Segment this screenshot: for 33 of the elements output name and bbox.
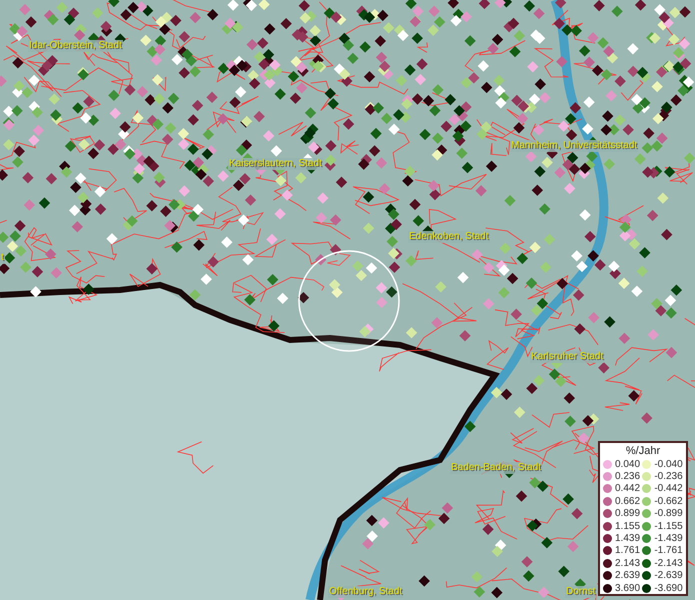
legend-label: -0.899 <box>654 508 683 520</box>
legend-label: 1.155 <box>615 520 640 532</box>
legend-label: -1.439 <box>654 533 683 544</box>
legend-label: -2.143 <box>654 558 683 569</box>
place-label: t <box>0 252 5 264</box>
legend-label: -1.155 <box>654 520 683 532</box>
place-label: Baden-Baden, Stadt <box>450 462 542 474</box>
legend-label: 0.442 <box>615 483 640 494</box>
legend-label: 3.690 <box>615 582 640 594</box>
place-label: Offenburg, Stadt <box>328 586 404 598</box>
legend-label: -2.639 <box>654 570 683 582</box>
legend-title: %/Jahr <box>624 445 662 458</box>
legend-label: 1.761 <box>615 545 640 556</box>
place-label: Idar-Oberstein, Stadt <box>28 40 123 52</box>
legend-label: 1.439 <box>615 533 640 544</box>
legend-label: -1.761 <box>654 545 683 556</box>
legend-label: -0.236 <box>654 471 683 482</box>
legend-label: -0.442 <box>654 483 683 494</box>
legend-label: 2.639 <box>615 570 640 582</box>
legend-label: 2.143 <box>615 558 640 569</box>
place-label: Dornst <box>565 586 596 598</box>
place-label: Edenkoben, Stadt <box>408 231 490 243</box>
legend-label: 0.662 <box>615 496 640 507</box>
legend-label: -0.662 <box>654 496 683 507</box>
place-label: Karlsruher Stadt <box>530 351 604 363</box>
legend-label: 0.236 <box>615 471 640 482</box>
legend-label: 0.040 <box>615 458 640 470</box>
selection-circle[interactable] <box>298 250 400 352</box>
legend-label: -3.690 <box>654 582 683 594</box>
place-label: Kaiserslautern, Stadt <box>228 158 323 170</box>
legend-label: -0.040 <box>654 458 683 470</box>
place-label: Mannheim, Universitätsstadt <box>510 140 638 152</box>
legend-label: 0.899 <box>615 508 640 520</box>
